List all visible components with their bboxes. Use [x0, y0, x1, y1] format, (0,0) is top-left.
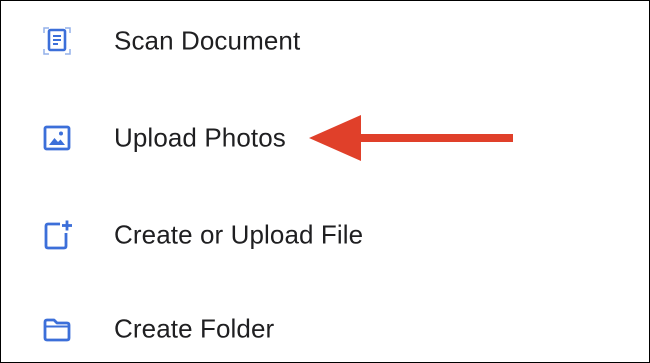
- menu-item-label: Upload Photos: [114, 122, 286, 153]
- menu-item-create-or-upload-file[interactable]: Create or Upload File: [1, 205, 649, 265]
- menu-item-label: Create Folder: [114, 313, 275, 344]
- scan-document-icon: [41, 25, 73, 57]
- photo-icon: [41, 122, 73, 154]
- folder-icon: [41, 313, 73, 345]
- menu-item-label: Scan Document: [114, 25, 301, 56]
- menu-item-scan-document[interactable]: Scan Document: [1, 11, 649, 71]
- action-menu: Scan Document Upload Photos Create or Up…: [0, 0, 650, 363]
- new-file-icon: [41, 219, 73, 251]
- red-arrow-icon: [309, 115, 513, 161]
- menu-item-create-folder[interactable]: Create Folder: [1, 299, 649, 359]
- menu-item-label: Create or Upload File: [114, 219, 364, 250]
